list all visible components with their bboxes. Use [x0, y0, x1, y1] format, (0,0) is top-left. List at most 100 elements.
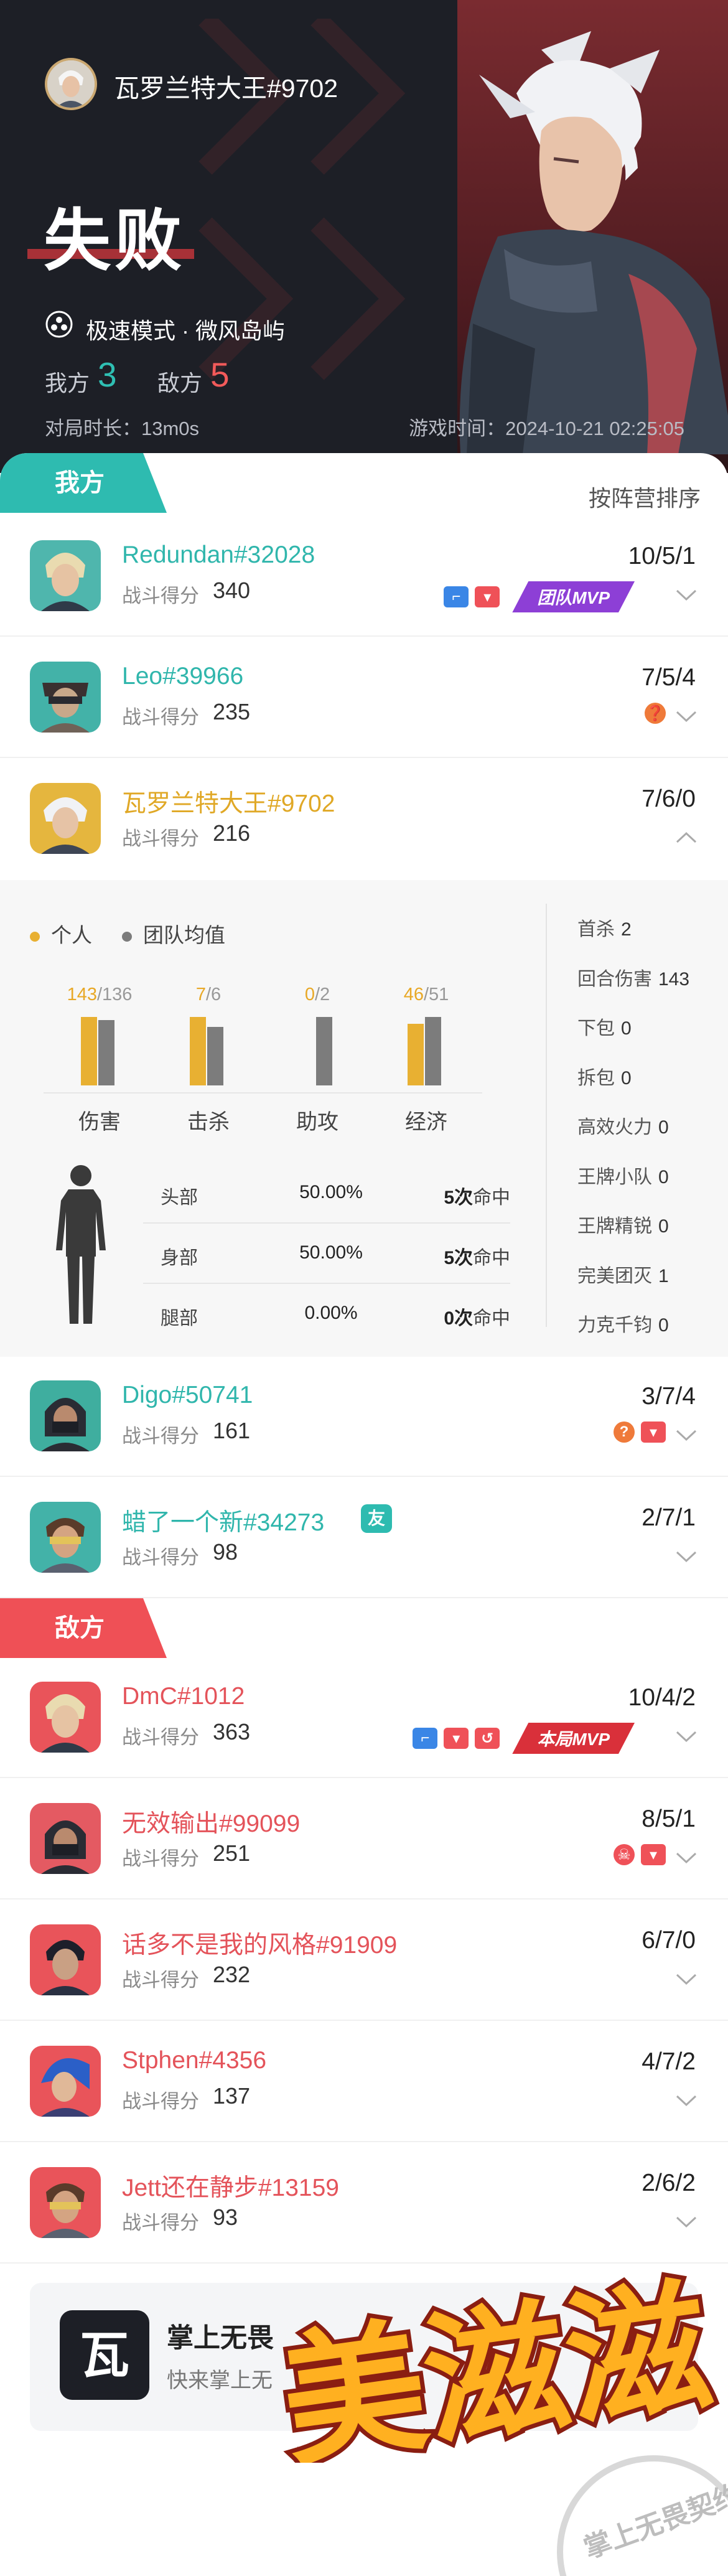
- player-row-expanded[interactable]: 瓦罗兰特大王#9702 战斗得分 216 7/6/0: [0, 759, 728, 879]
- player-name: DmC#1012: [122, 1683, 245, 1710]
- chevron-down-icon[interactable]: [676, 1973, 697, 1985]
- player-row[interactable]: Leo#39966 战斗得分 235 7/5/4 ❓: [0, 638, 728, 758]
- player-avatar-icon: [47, 60, 95, 108]
- bar-team-avg: [316, 1017, 332, 1085]
- hit-body-part: 腿部: [161, 1308, 198, 1329]
- player-row[interactable]: DmC#1012 战斗得分 363 10/4/2 ⌐ ▾ ↺ 本局MVP: [0, 1658, 728, 1778]
- score-label: 战斗得分: [122, 828, 199, 850]
- kda: 2/7/1: [642, 1504, 696, 1531]
- hit-count: 5次命中: [444, 1248, 510, 1268]
- stat-item: 拆包 0: [577, 1054, 714, 1103]
- stat-item: 高效火力 0: [577, 1103, 714, 1153]
- agent-avatar: [30, 540, 101, 611]
- bar-category-label: 伤害: [78, 1110, 121, 1134]
- chart-legend: 个人 团队均值: [30, 919, 225, 948]
- multikill-badge-icon: ▾: [475, 586, 500, 607]
- chevron-down-icon[interactable]: [676, 710, 697, 723]
- hit-row: 身部 50.00% 5次命中: [143, 1224, 510, 1284]
- stat-value: 143: [658, 968, 690, 990]
- stat-label: 王牌小队: [577, 1166, 652, 1187]
- stat-item: 回合伤害 143: [577, 955, 714, 1005]
- bar-group-1: 7/6 击杀: [152, 973, 264, 1135]
- kda: 2/6/2: [642, 2170, 696, 2196]
- agent-avatar: [30, 662, 101, 733]
- stat-item: 完美团灭 1: [577, 1252, 714, 1301]
- mode-icon: [45, 311, 73, 338]
- clutch-badge-icon: ❓: [645, 703, 666, 724]
- player-row[interactable]: 无效输出#99099 战斗得分 251 8/5/1 ☠ ▾: [0, 1779, 728, 1899]
- player-name: 瓦罗兰特大王#9702: [114, 74, 338, 103]
- svg-text:美滋滋: 美滋滋: [273, 2264, 721, 2463]
- bar-team-avg: [98, 1020, 114, 1085]
- player-row[interactable]: 蜡了一个新#34273 友 战斗得分 98 2/7/1: [0, 1478, 728, 1598]
- stat-value: 1: [658, 1265, 669, 1286]
- combat-score: 93: [213, 2204, 238, 2230]
- chevron-up-icon[interactable]: [676, 831, 697, 844]
- friend-tag: 友: [361, 1504, 392, 1533]
- hit-body-part: 头部: [161, 1187, 198, 1208]
- agent-avatar: [30, 1502, 101, 1573]
- stat-value: 0: [658, 1117, 669, 1138]
- score-label: 战斗得分: [122, 1969, 199, 1991]
- score-label: 战斗得分: [122, 585, 199, 607]
- chevron-down-icon[interactable]: [676, 589, 697, 601]
- chevron-down-icon[interactable]: [676, 1550, 697, 1563]
- match-mvp-badge: 本局MVP: [512, 1723, 635, 1754]
- player-name: 话多不是我的风格#91909: [122, 1932, 398, 1959]
- player-row[interactable]: Stphen#4356 战斗得分 137 4/7/2: [0, 2022, 728, 2142]
- combat-score: 216: [213, 820, 251, 846]
- legend-personal: 个人: [30, 919, 92, 948]
- score-label: 战斗得分: [122, 706, 199, 728]
- bar-baseline: [261, 1092, 373, 1094]
- enemy-score: 5: [210, 355, 230, 394]
- enemy-score-label: 敌方: [157, 370, 203, 396]
- chevron-down-icon[interactable]: [676, 1852, 697, 1864]
- agent-avatar: [30, 1682, 101, 1753]
- chevron-down-icon[interactable]: [676, 2216, 697, 2228]
- chevron-down-icon[interactable]: [676, 2094, 697, 2107]
- hit-body-part: 身部: [161, 1248, 198, 1268]
- combat-score: 98: [213, 1539, 238, 1565]
- stat-item: 首杀 2: [577, 905, 714, 955]
- hit-count: 5次命中: [444, 1187, 510, 1208]
- multikill-badge-icon: ▾: [641, 1421, 666, 1443]
- clutch-badge-icon: ?: [614, 1421, 635, 1443]
- player-name: Stphen#4356: [122, 2047, 267, 2074]
- bar-group-2: 0/2 助攻: [261, 973, 373, 1135]
- match-header: 瓦罗兰特大王#9702 失败 极速模式 · 微风岛屿 我方 3 敌方 5 对局时…: [0, 0, 728, 473]
- agent-avatar: [30, 2167, 101, 2238]
- bar-team-avg: [207, 1026, 223, 1085]
- body-silhouette-icon: [56, 1165, 106, 1324]
- kda: 10/4/2: [628, 1684, 696, 1711]
- player-name: 瓦罗兰特大王#9702: [122, 790, 335, 817]
- stat-label: 拆包: [577, 1067, 615, 1089]
- team-mvp-badge: 团队MVP: [512, 581, 635, 612]
- stat-value: 0: [658, 1216, 669, 1237]
- enemy-team-tab: 敌方: [0, 1598, 167, 1658]
- player-row[interactable]: 话多不是我的风格#91909 战斗得分 232 6/7/0: [0, 1901, 728, 2021]
- kda: 3/7/4: [642, 1383, 696, 1410]
- player-row[interactable]: Digo#50741 战斗得分 161 3/7/4 ? ▾: [0, 1357, 728, 1477]
- stat-item: 力克千钧 0: [577, 1301, 714, 1351]
- stat-label: 高效火力: [577, 1117, 652, 1138]
- achievement-badges: ☠ ▾: [614, 1844, 666, 1865]
- stat-value: 0: [621, 1067, 632, 1089]
- chevron-down-icon[interactable]: [676, 1730, 697, 1743]
- achievement-badges: ❓: [645, 703, 666, 724]
- legend-team: 团队均值: [122, 919, 225, 948]
- app-subtitle: 快来掌上无: [167, 2369, 273, 2392]
- score-label: 战斗得分: [122, 1848, 199, 1870]
- player-avatar[interactable]: [45, 58, 97, 110]
- chevron-down-icon[interactable]: [676, 1429, 697, 1441]
- game-time: 游戏时间：2024-10-21 02:25:05: [409, 418, 684, 439]
- bar-pair: [299, 1017, 336, 1085]
- hit-percentage: 50.00%: [299, 1242, 363, 1263]
- sort-by-team-button[interactable]: 按阵营排序: [589, 480, 701, 513]
- our-score-label: 我方: [45, 370, 90, 396]
- bar-category-label: 击杀: [187, 1110, 230, 1134]
- player-detail-panel: 个人 团队均值 143/136 伤害 7/6 击杀 0/2 助攻 46/51 经济 头部 50.…: [0, 880, 728, 1357]
- combat-score: 137: [213, 2083, 251, 2109]
- bar-value-label: 46/51: [403, 985, 449, 1005]
- agent-avatar: [30, 783, 101, 854]
- player-row[interactable]: Redundan#32028 战斗得分 340 10/5/1 ⌐ ▾ 团队MVP: [0, 517, 728, 637]
